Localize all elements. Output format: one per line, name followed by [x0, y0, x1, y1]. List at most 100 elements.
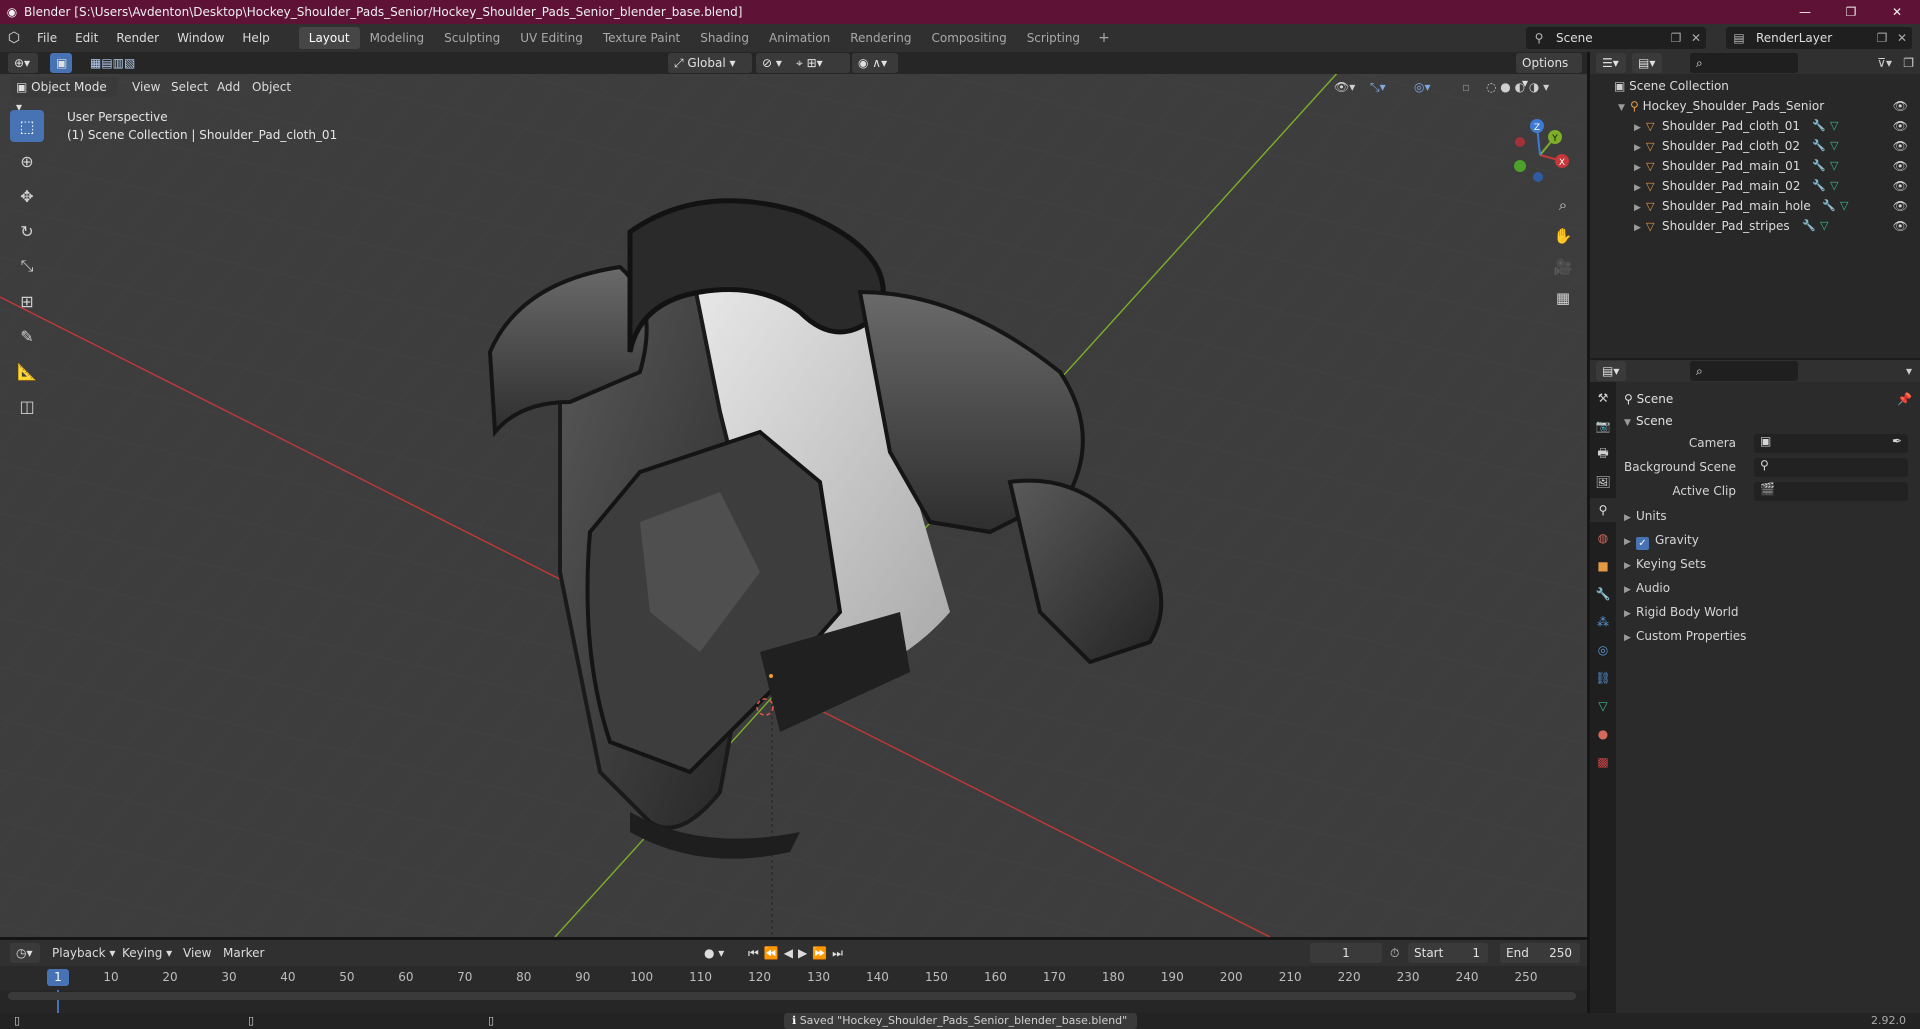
- gizmo-neg-y-axis[interactable]: [1514, 160, 1526, 172]
- xray-toggle-icon[interactable]: ▫: [1462, 77, 1470, 97]
- overlays-toggle-icon[interactable]: ◎▾: [1414, 77, 1431, 97]
- modifier-wrench-icon[interactable]: 🔧: [1812, 156, 1826, 176]
- shading-mode-icons[interactable]: ◌ ● ◐ ◑ ▾: [1486, 77, 1549, 97]
- start-frame-field[interactable]: Start 1: [1408, 943, 1488, 963]
- mesh-data-icon[interactable]: ▽: [1830, 176, 1838, 196]
- timeline-ruler[interactable]: 1 10 20 30 40 50 60 70 80 90 100 110 120 130 140 150 16…: [0, 966, 1587, 990]
- options-dropdown[interactable]: Options ▾: [1516, 53, 1582, 90]
- modifier-wrench-icon[interactable]: 🔧: [1822, 196, 1836, 216]
- visibility-eye-icon[interactable]: 👁: [1893, 96, 1908, 116]
- camera-field[interactable]: ▣ ✒: [1754, 434, 1908, 453]
- timeline-editor-type-icon[interactable]: ◷▾: [10, 943, 40, 963]
- visibility-icon[interactable]: 👁▾: [1334, 77, 1355, 97]
- properties-options-icon[interactable]: ▾: [1906, 361, 1912, 381]
- outliner-editor-type-icon[interactable]: ☰▾: [1596, 53, 1626, 73]
- expand-arrow-icon[interactable]: ▶: [1624, 626, 1636, 650]
- scene-tab-icon[interactable]: ⚲: [1590, 498, 1616, 522]
- visibility-eye-icon[interactable]: 👁: [1893, 196, 1908, 216]
- menu-help[interactable]: Help: [233, 24, 278, 52]
- expand-arrow-icon[interactable]: ▶: [1634, 178, 1646, 198]
- mode-dropdown[interactable]: ▣ Object Mode ▾: [10, 77, 118, 114]
- mesh-data-icon[interactable]: ▽: [1830, 156, 1838, 176]
- add-cube-tool-icon[interactable]: ◫: [10, 390, 44, 422]
- outliner-row-object[interactable]: ▶ ▽ Shoulder_Pad_stripes 🔧 ▽ 👁: [1590, 216, 1920, 236]
- constraints-tab-icon[interactable]: ⛓: [1590, 666, 1616, 690]
- particles-tab-icon[interactable]: ⁂: [1590, 610, 1616, 634]
- end-frame-field[interactable]: End 250: [1500, 943, 1580, 963]
- camera-view-icon[interactable]: 🎥: [1548, 253, 1578, 281]
- properties-search-input[interactable]: ⌕: [1690, 361, 1798, 381]
- measure-tool-icon[interactable]: 📐: [10, 355, 44, 387]
- proportional-editing-toggle[interactable]: ◉ ∧▾: [852, 53, 898, 73]
- gizmo-toggle-icon[interactable]: ⤡▾: [1370, 77, 1386, 97]
- tab-layout[interactable]: Layout: [298, 27, 360, 49]
- tab-scripting[interactable]: Scripting: [1017, 27, 1090, 49]
- timeline-view-menu[interactable]: View: [183, 943, 211, 963]
- ortho-grid-icon[interactable]: ▦: [1548, 284, 1578, 312]
- scene-selector[interactable]: ⚲ Scene ❐ ✕: [1526, 27, 1706, 49]
- pan-hand-icon[interactable]: ✋: [1548, 222, 1578, 250]
- remove-view-layer-icon[interactable]: ✕: [1892, 31, 1912, 45]
- expand-arrow-icon[interactable]: ▶: [1624, 530, 1636, 554]
- output-tab-icon[interactable]: 🖶: [1590, 442, 1616, 466]
- tab-animation[interactable]: Animation: [759, 27, 840, 49]
- mesh-data-icon[interactable]: ▽: [1840, 196, 1848, 216]
- background-scene-field[interactable]: ⚲: [1754, 458, 1908, 477]
- modifier-wrench-icon[interactable]: 🔧: [1802, 216, 1816, 236]
- object-tab-icon[interactable]: ■: [1590, 554, 1616, 578]
- mesh-data-icon[interactable]: ▽: [1820, 216, 1828, 236]
- select-menu[interactable]: Select: [171, 77, 208, 97]
- scale-tool-icon[interactable]: ⤡: [10, 250, 44, 282]
- rotate-tool-icon[interactable]: ↻: [10, 215, 44, 247]
- visibility-eye-icon[interactable]: 👁: [1893, 136, 1908, 156]
- new-collection-icon[interactable]: ❐: [1903, 53, 1914, 73]
- menu-window[interactable]: Window: [168, 24, 233, 52]
- expand-arrow-icon[interactable]: ▶: [1624, 578, 1636, 602]
- outliner-row-object[interactable]: ▶ ▽ Shoulder_Pad_cloth_01 🔧 ▽ 👁: [1590, 116, 1920, 136]
- view-menu[interactable]: View: [132, 77, 160, 97]
- 3d-viewport[interactable]: [0, 52, 1587, 937]
- outliner-row-object[interactable]: ▶ ▽ Shoulder_Pad_cloth_02 🔧 ▽ 👁: [1590, 136, 1920, 156]
- outliner-row-object[interactable]: ▶ ▽ Shoulder_Pad_main_01 🔧 ▽ 👁: [1590, 156, 1920, 176]
- select-box-mode-icon[interactable]: ▣: [50, 53, 72, 73]
- visibility-eye-icon[interactable]: 👁: [1893, 116, 1908, 136]
- material-tab-icon[interactable]: ●: [1590, 722, 1616, 746]
- record-icon[interactable]: ● ▾: [704, 943, 724, 963]
- mesh-data-icon[interactable]: ▽: [1830, 116, 1838, 136]
- visibility-eye-icon[interactable]: 👁: [1893, 216, 1908, 236]
- tab-uv-editing[interactable]: UV Editing: [510, 27, 593, 49]
- expand-arrow-icon[interactable]: ▶: [1624, 602, 1636, 626]
- gravity-checkbox[interactable]: ✓: [1636, 537, 1649, 550]
- active-clip-field[interactable]: 🎬: [1754, 482, 1908, 501]
- outliner-row-object[interactable]: ▶ ▽ Shoulder_Pad_main_02 🔧 ▽ 👁: [1590, 176, 1920, 196]
- keying-menu[interactable]: Keying ▾: [122, 943, 172, 963]
- transform-orientation-dropdown[interactable]: ⤢ Global ▾: [668, 53, 752, 73]
- expand-arrow-icon[interactable]: ▶: [1624, 554, 1636, 578]
- marker-menu[interactable]: Marker: [223, 943, 264, 963]
- outliner-search-input[interactable]: ⌕: [1690, 53, 1798, 73]
- tab-modeling[interactable]: Modeling: [360, 27, 435, 49]
- visibility-eye-icon[interactable]: 👁: [1893, 156, 1908, 176]
- outliner-row-collection[interactable]: ▼ ⚲ Hockey_Shoulder_Pads_Senior 👁: [1590, 96, 1920, 116]
- duplicate-scene-icon[interactable]: ❐: [1666, 31, 1686, 45]
- outliner-row-scene-collection[interactable]: ▣ Scene Collection: [1590, 76, 1920, 96]
- timeline-scrollbar[interactable]: [8, 992, 1576, 1000]
- expand-arrow-icon[interactable]: ▶: [1624, 506, 1636, 530]
- minimize-button[interactable]: —: [1782, 0, 1828, 24]
- remove-scene-icon[interactable]: ✕: [1686, 31, 1706, 45]
- modifier-wrench-icon[interactable]: 🔧: [1812, 116, 1826, 136]
- select-tool-icon[interactable]: ⬚: [10, 110, 44, 142]
- data-tab-icon[interactable]: ▽: [1590, 694, 1616, 718]
- menu-edit[interactable]: Edit: [66, 24, 107, 52]
- tab-sculpting[interactable]: Sculpting: [434, 27, 510, 49]
- expand-arrow-icon[interactable]: ▶: [1634, 198, 1646, 218]
- playback-controls-icons[interactable]: ⏮⏪◀▶⏩⏭: [748, 943, 848, 963]
- audio-panel-header[interactable]: ▶ Audio: [1624, 576, 1912, 600]
- selection-mode-icons[interactable]: ▦▤▥▧: [90, 53, 186, 73]
- tab-texture-paint[interactable]: Texture Paint: [593, 27, 690, 49]
- editor-type-icon[interactable]: ⊕▾: [8, 53, 38, 73]
- keying-sets-panel-header[interactable]: ▶ Keying Sets: [1624, 552, 1912, 576]
- expand-arrow-icon[interactable]: ▶: [1634, 218, 1646, 238]
- modifier-wrench-icon[interactable]: 🔧: [1812, 136, 1826, 156]
- expand-arrow-icon[interactable]: ▶: [1634, 138, 1646, 158]
